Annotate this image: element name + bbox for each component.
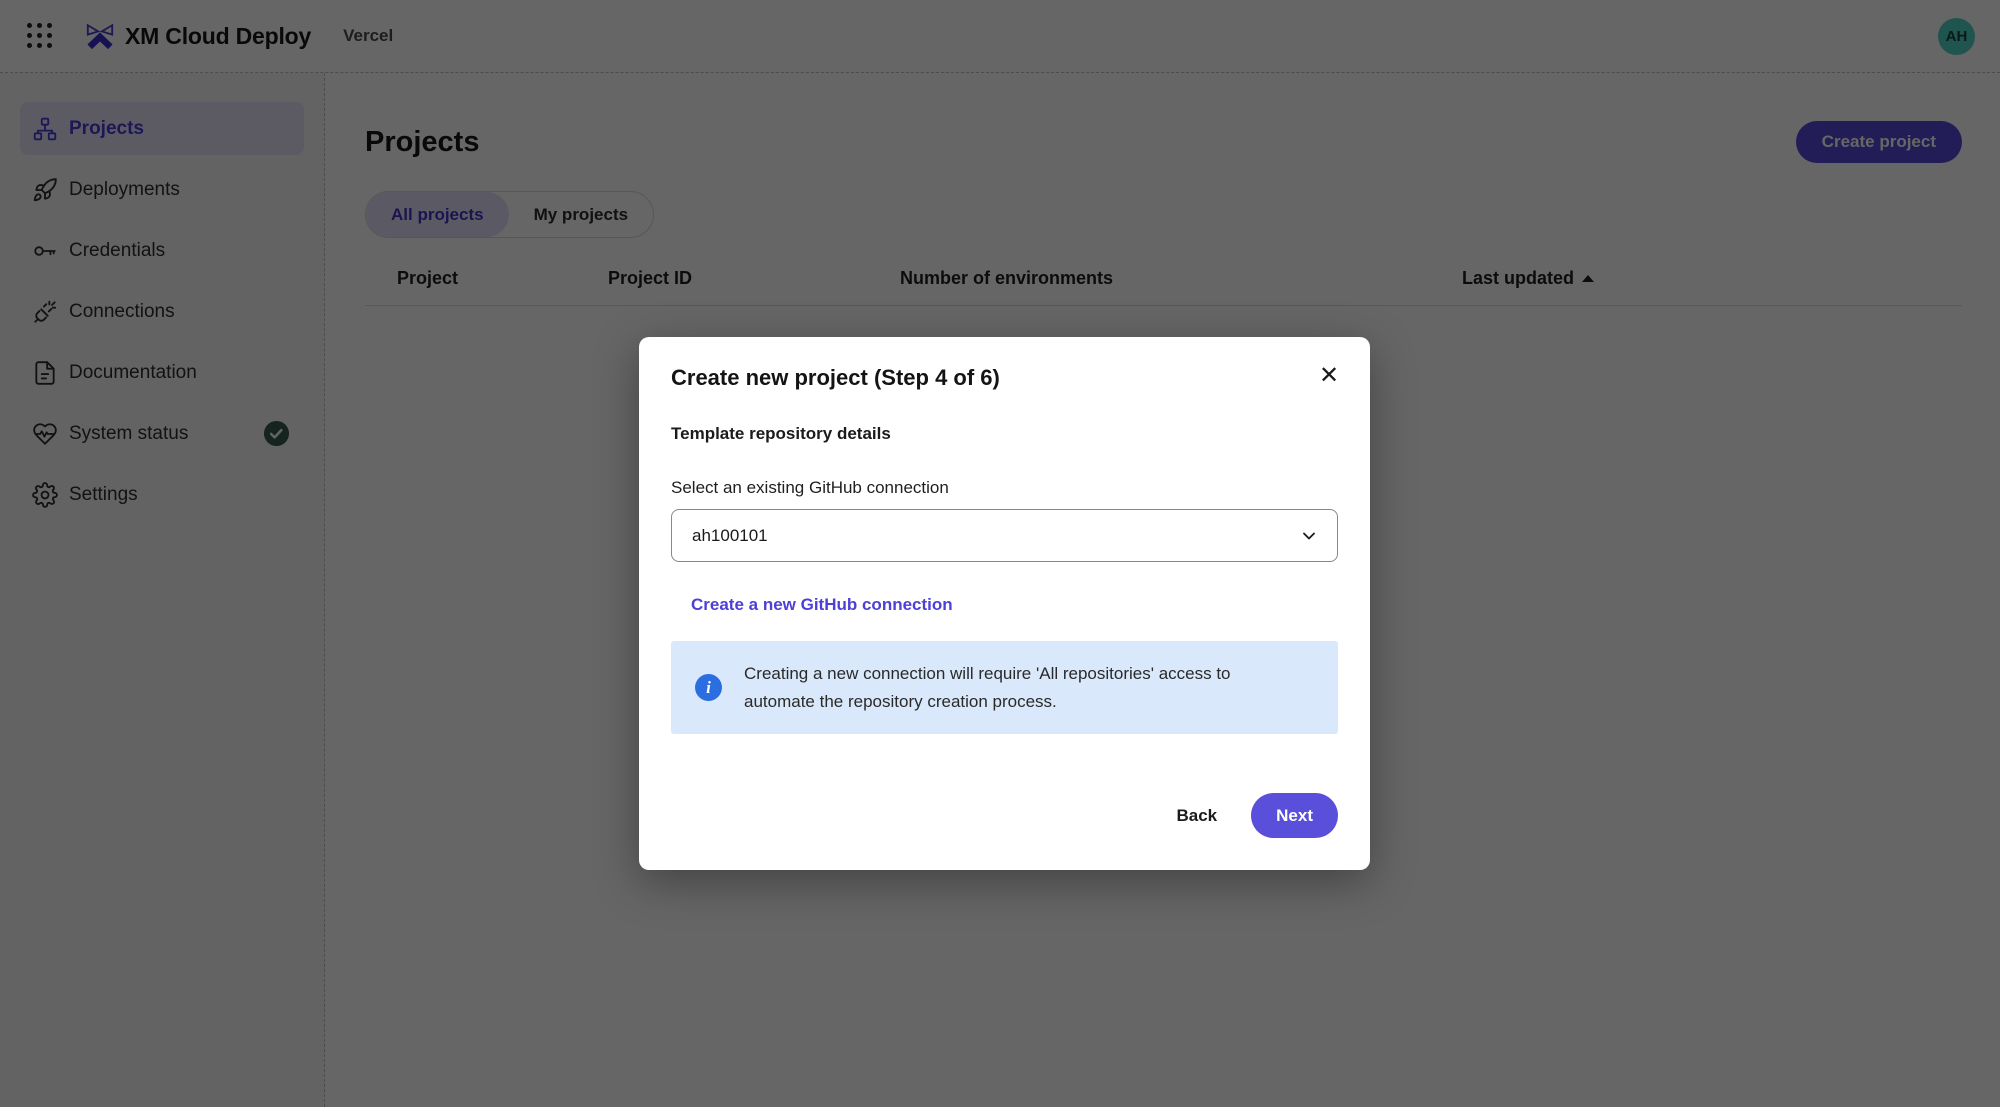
- github-connection-select[interactable]: ah100101: [671, 509, 1338, 562]
- info-icon: i: [695, 674, 722, 701]
- chevron-down-icon: [1299, 526, 1319, 546]
- next-button[interactable]: Next: [1251, 793, 1338, 838]
- info-alert: i Creating a new connection will require…: [671, 641, 1338, 734]
- selected-connection-value: ah100101: [692, 526, 768, 546]
- info-alert-text: Creating a new connection will require '…: [744, 660, 1296, 715]
- create-project-modal: Create new project (Step 4 of 6) ✕ Templ…: [639, 337, 1370, 870]
- back-button[interactable]: Back: [1177, 806, 1218, 826]
- modal-title: Create new project (Step 4 of 6): [671, 365, 1338, 391]
- close-icon[interactable]: ✕: [1314, 361, 1344, 391]
- github-connection-label: Select an existing GitHub connection: [671, 478, 1338, 498]
- create-github-connection-link[interactable]: Create a new GitHub connection: [691, 595, 953, 615]
- modal-subtitle: Template repository details: [671, 424, 1338, 444]
